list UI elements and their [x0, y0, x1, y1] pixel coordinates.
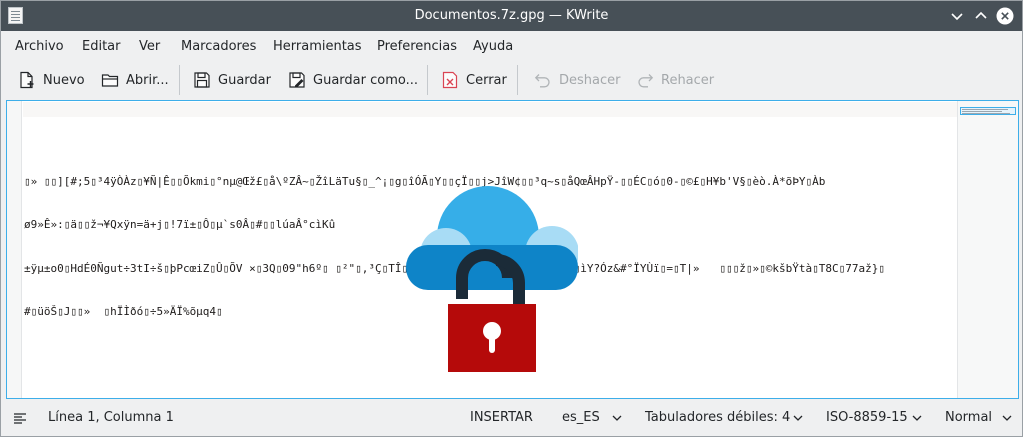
menu-editar[interactable]: Editar	[82, 39, 121, 54]
menu-herramientas[interactable]: Herramientas	[273, 39, 362, 54]
menu-ver[interactable]: Ver	[139, 39, 160, 54]
open-folder-icon	[101, 74, 119, 87]
input-mode[interactable]: INSERTAR	[470, 410, 533, 425]
close-icon	[996, 7, 1014, 25]
chevron-down-icon[interactable]	[1001, 412, 1013, 424]
text-editor-area[interactable]: ▯» ▯▯][#;5▯³4ÿÒÀz▯¥Ñ|Ê▯▯Õkmi▯°nµ@Œž£▯å\º…	[6, 100, 1019, 399]
new-document-icon	[20, 71, 34, 89]
undo-label: Deshacer	[559, 72, 621, 88]
syntax-mode-selector[interactable]: Normal	[945, 410, 992, 425]
toolbar-separator	[427, 65, 428, 95]
menu-preferencias[interactable]: Preferencias	[377, 39, 457, 54]
cloud-lock-icon	[406, 186, 578, 372]
indentation-setting[interactable]: Tabuladores débiles: 4	[645, 410, 790, 425]
close-document-label: Cerrar	[466, 72, 507, 88]
open-button[interactable]: Abrir...	[101, 69, 169, 91]
save-as-icon	[289, 72, 305, 88]
save-button[interactable]: Guardar	[193, 69, 271, 91]
save-as-button[interactable]: Guardar como...	[288, 69, 418, 91]
minimize-button[interactable]	[948, 7, 966, 25]
menu-archivo[interactable]: Archivo	[15, 39, 64, 54]
redo-label: Rehacer	[661, 72, 715, 88]
new-label: Nuevo	[43, 72, 85, 88]
save-icon	[194, 72, 210, 88]
chevron-down-icon[interactable]	[792, 412, 804, 424]
sidebar-toggle-icon[interactable]	[13, 411, 27, 425]
dictionary-language[interactable]: es_ES	[562, 410, 600, 425]
close-window-button[interactable]	[996, 7, 1014, 25]
chevron-down-icon[interactable]	[911, 412, 923, 424]
main-toolbar: Nuevo Abrir... Guardar Guardar como... C…	[1, 61, 1022, 99]
status-bar: Línea 1, Columna 1 INSERTAR es_ES Tabula…	[1, 401, 1022, 436]
maximize-button[interactable]	[972, 7, 990, 25]
menu-marcadores[interactable]: Marcadores	[181, 39, 256, 54]
save-as-label: Guardar como...	[313, 72, 418, 88]
undo-button[interactable]: Deshacer	[534, 69, 620, 91]
open-label: Abrir...	[126, 72, 169, 88]
undo-icon	[534, 74, 550, 88]
close-document-icon	[442, 71, 458, 89]
maximize-icon	[975, 11, 987, 19]
window-title: Documentos.7z.gpg — KWrite	[414, 8, 609, 23]
kwrite-window: Documentos.7z.gpg — KWrite Archivo Edita…	[0, 0, 1023, 437]
toolbar-separator	[517, 65, 518, 95]
chevron-down-icon[interactable]	[611, 412, 623, 424]
close-document-button[interactable]: Cerrar	[441, 69, 507, 91]
minimap-line	[962, 109, 1008, 110]
minimize-icon	[951, 13, 963, 21]
editor-gutter	[7, 101, 22, 398]
text-line	[24, 131, 954, 146]
redo-icon	[638, 74, 654, 88]
encoding-selector[interactable]: ISO-8859-15	[826, 410, 908, 425]
menu-ayuda[interactable]: Ayuda	[473, 39, 513, 54]
minimap-line	[962, 111, 1002, 112]
new-button[interactable]: Nuevo	[18, 69, 85, 91]
save-label: Guardar	[218, 72, 271, 88]
minimap-scrollbar[interactable]	[957, 101, 1018, 398]
toolbar-separator	[179, 65, 180, 95]
redo-button[interactable]: Rehacer	[636, 69, 714, 91]
title-bar[interactable]: Documentos.7z.gpg — KWrite	[1, 1, 1022, 31]
menu-bar: Archivo Editar Ver Marcadores Herramient…	[1, 31, 1022, 61]
minimap-line	[962, 113, 1010, 114]
cursor-position[interactable]: Línea 1, Columna 1	[48, 410, 174, 425]
